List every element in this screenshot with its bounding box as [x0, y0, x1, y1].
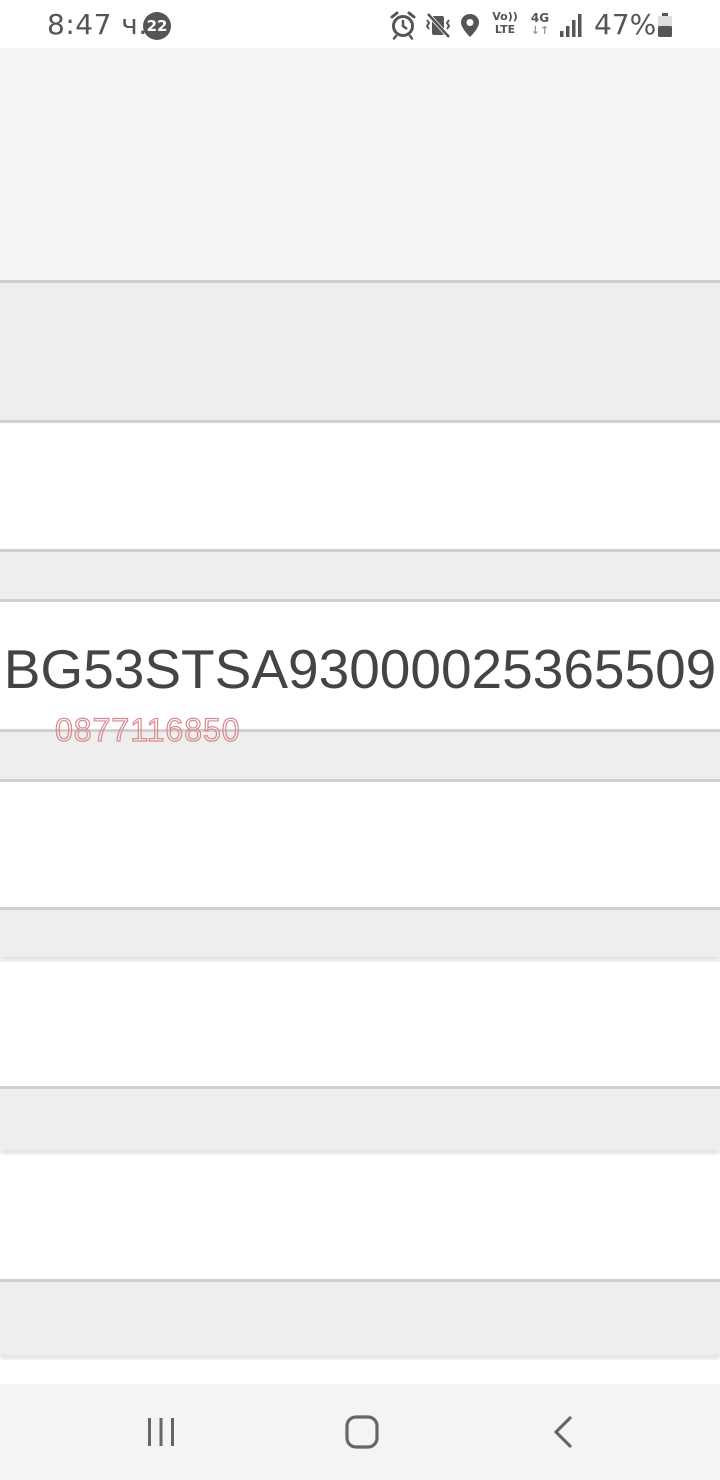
- band-row-9: [0, 1155, 720, 1279]
- volte-top-label: Vo)): [492, 10, 518, 23]
- navigation-bar: [0, 1384, 720, 1480]
- battery-icon: [656, 10, 676, 40]
- notification-count-badge: 22: [143, 12, 171, 40]
- band-row-6: [0, 907, 720, 957]
- band-row-7: [0, 962, 720, 1086]
- phone-watermark: 0877116850: [54, 711, 241, 748]
- screen: 8:47 ч. 22 Vo)) LTE 4G ↓↑ 47% BG53STSA93…: [0, 0, 720, 1480]
- recents-icon: [144, 1415, 178, 1449]
- back-button[interactable]: [534, 1402, 594, 1462]
- volte-icon: Vo)) LTE: [491, 10, 519, 36]
- status-bar: 8:47 ч. 22 Vo)) LTE 4G ↓↑ 47%: [0, 0, 720, 48]
- top-band: [0, 48, 720, 280]
- band-row-11: [0, 1360, 720, 1384]
- volte-bottom-label: LTE: [494, 23, 516, 36]
- status-time: 8:47 ч.: [47, 8, 148, 41]
- signal-icon: [558, 10, 584, 40]
- iban-text: BG53STSA93000025365509: [3, 638, 717, 700]
- location-icon: [459, 10, 481, 40]
- band-row-2: [0, 420, 720, 549]
- band-row-5: [0, 779, 720, 907]
- home-button[interactable]: [332, 1402, 392, 1462]
- 4g-icon: 4G ↓↑: [529, 11, 551, 37]
- vibrate-mute-icon: [424, 10, 452, 40]
- band-row-10: [0, 1279, 720, 1355]
- band-row-1: [0, 280, 720, 420]
- network-arrows-label: ↓↑: [530, 24, 550, 37]
- band-row-8: [0, 1086, 720, 1150]
- home-icon: [344, 1414, 380, 1450]
- band-row-3: [0, 549, 720, 599]
- battery-percent: 47%: [594, 8, 657, 41]
- alarm-icon: [389, 10, 417, 40]
- network-type-label: 4G: [530, 11, 550, 25]
- recents-button[interactable]: [131, 1402, 191, 1462]
- back-icon: [547, 1415, 581, 1449]
